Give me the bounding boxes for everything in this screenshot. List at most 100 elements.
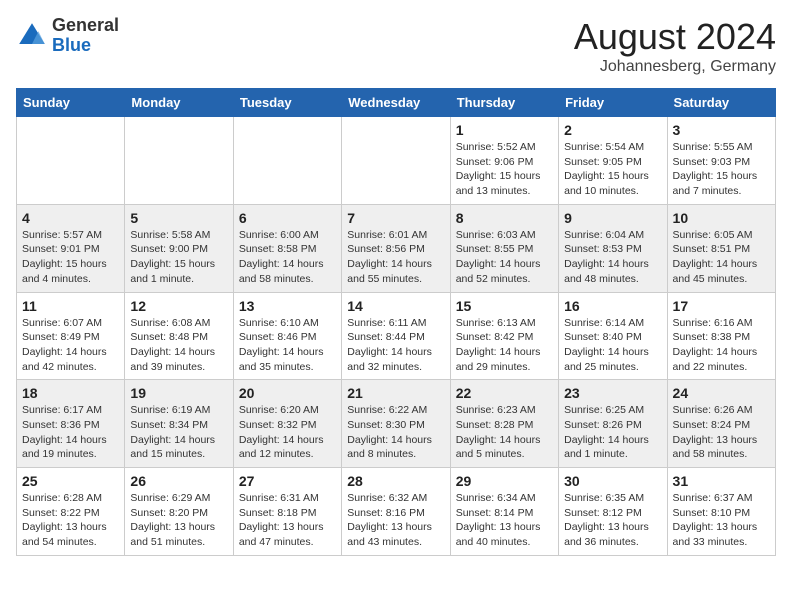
calendar-cell (233, 117, 341, 205)
date-number: 15 (456, 298, 553, 314)
date-number: 17 (673, 298, 770, 314)
calendar-cell: 12 Sunrise: 6:08 AM Sunset: 8:48 PM Dayli… (125, 292, 233, 380)
header-row: Sunday Monday Tuesday Wednesday Thursday… (17, 89, 776, 117)
cell-info: Sunrise: 5:52 AM Sunset: 9:06 PM Dayligh… (456, 140, 553, 199)
date-number: 12 (130, 298, 227, 314)
cell-info: Sunrise: 6:37 AM Sunset: 8:10 PM Dayligh… (673, 491, 770, 550)
cell-info: Sunrise: 6:31 AM Sunset: 8:18 PM Dayligh… (239, 491, 336, 550)
header-sunday: Sunday (17, 89, 125, 117)
calendar-cell: 14Sunrise: 6:11 AM Sunset: 8:44 PM Dayli… (342, 292, 450, 380)
title-block: August 2024 Johannesberg, Germany (574, 16, 776, 76)
cell-info: Sunrise: 6:28 AM Sunset: 8:22 PM Dayligh… (22, 491, 119, 550)
date-number: 24 (673, 385, 770, 401)
calendar-week-5: 25Sunrise: 6:28 AM Sunset: 8:22 PM Dayli… (17, 468, 776, 556)
header-wednesday: Wednesday (342, 89, 450, 117)
date-number: 7 (347, 210, 444, 226)
calendar-cell: 22 Sunrise: 6:23 AM Sunset: 8:28 PM Dayli… (450, 380, 558, 468)
date-number: 5 (130, 210, 227, 226)
date-number: 3 (673, 122, 770, 138)
calendar-cell: 5 Sunrise: 5:58 AM Sunset: 9:00 PM Daylig… (125, 204, 233, 292)
calendar-week-1: 1Sunrise: 5:52 AM Sunset: 9:06 PM Daylig… (17, 117, 776, 205)
calendar-cell: 6 Sunrise: 6:00 AM Sunset: 8:58 PM Daylig… (233, 204, 341, 292)
date-number: 22 (456, 385, 553, 401)
calendar-cell: 3 Sunrise: 5:55 AM Sunset: 9:03 PM Daylig… (667, 117, 775, 205)
cell-info: Sunrise: 6:00 AM Sunset: 8:58 PM Dayligh… (239, 228, 336, 287)
cell-info: Sunrise: 6:01 AM Sunset: 8:56 PM Dayligh… (347, 228, 444, 287)
logo-blue: Blue (52, 36, 119, 56)
cell-info: Sunrise: 6:29 AM Sunset: 8:20 PM Dayligh… (130, 491, 227, 550)
cell-info: Sunrise: 6:03 AM Sunset: 8:55 PM Dayligh… (456, 228, 553, 287)
calendar-cell: 28 Sunrise: 6:32 AM Sunset: 8:16 PM Dayli… (342, 468, 450, 556)
cell-info: Sunrise: 6:04 AM Sunset: 8:53 PM Dayligh… (564, 228, 661, 287)
date-number: 11 (22, 298, 119, 314)
calendar-cell: 18Sunrise: 6:17 AM Sunset: 8:36 PM Dayli… (17, 380, 125, 468)
date-number: 27 (239, 473, 336, 489)
cell-info: Sunrise: 5:57 AM Sunset: 9:01 PM Dayligh… (22, 228, 119, 287)
cell-info: Sunrise: 6:32 AM Sunset: 8:16 PM Dayligh… (347, 491, 444, 550)
calendar-table: Sunday Monday Tuesday Wednesday Thursday… (16, 88, 776, 556)
calendar-cell: 7 Sunrise: 6:01 AM Sunset: 8:56 PM Daylig… (342, 204, 450, 292)
calendar-cell: 25Sunrise: 6:28 AM Sunset: 8:22 PM Dayli… (17, 468, 125, 556)
page-header: General Blue August 2024 Johannesberg, G… (16, 16, 776, 76)
date-number: 21 (347, 385, 444, 401)
calendar-cell: 19 Sunrise: 6:19 AM Sunset: 8:34 PM Dayli… (125, 380, 233, 468)
calendar-cell: 27 Sunrise: 6:31 AM Sunset: 8:18 PM Dayli… (233, 468, 341, 556)
calendar-cell: 24 Sunrise: 6:26 AM Sunset: 8:24 PM Dayli… (667, 380, 775, 468)
calendar-cell: 26 Sunrise: 6:29 AM Sunset: 8:20 PM Dayli… (125, 468, 233, 556)
date-number: 29 (456, 473, 553, 489)
calendar-cell: 29 Sunrise: 6:34 AM Sunset: 8:14 PM Dayli… (450, 468, 558, 556)
logo-text: General Blue (52, 16, 119, 56)
calendar-cell (17, 117, 125, 205)
location-title: Johannesberg, Germany (574, 58, 776, 76)
cell-info: Sunrise: 6:23 AM Sunset: 8:28 PM Dayligh… (456, 403, 553, 462)
cell-info: Sunrise: 6:25 AM Sunset: 8:26 PM Dayligh… (564, 403, 661, 462)
date-number: 9 (564, 210, 661, 226)
date-number: 10 (673, 210, 770, 226)
cell-info: Sunrise: 5:55 AM Sunset: 9:03 PM Dayligh… (673, 140, 770, 199)
calendar-cell: 13Sunrise: 6:10 AM Sunset: 8:46 PM Dayli… (233, 292, 341, 380)
calendar-cell: 30 Sunrise: 6:35 AM Sunset: 8:12 PM Dayli… (559, 468, 667, 556)
cell-info: Sunrise: 6:34 AM Sunset: 8:14 PM Dayligh… (456, 491, 553, 550)
logo-general: General (52, 16, 119, 36)
calendar-cell: 1Sunrise: 5:52 AM Sunset: 9:06 PM Daylig… (450, 117, 558, 205)
calendar-cell: 15Sunrise: 6:13 AM Sunset: 8:42 PM Dayli… (450, 292, 558, 380)
cell-info: Sunrise: 6:22 AM Sunset: 8:30 PM Dayligh… (347, 403, 444, 462)
date-number: 30 (564, 473, 661, 489)
calendar-cell: 4 Sunrise: 5:57 AM Sunset: 9:01 PM Daylig… (17, 204, 125, 292)
cell-info: Sunrise: 6:19 AM Sunset: 8:34 PM Dayligh… (130, 403, 227, 462)
cell-info: Sunrise: 6:35 AM Sunset: 8:12 PM Dayligh… (564, 491, 661, 550)
date-number: 31 (673, 473, 770, 489)
date-number: 26 (130, 473, 227, 489)
date-number: 6 (239, 210, 336, 226)
cell-info: Sunrise: 5:58 AM Sunset: 9:00 PM Dayligh… (130, 228, 227, 287)
calendar-cell: 2 Sunrise: 5:54 AM Sunset: 9:05 PM Daylig… (559, 117, 667, 205)
cell-info: Sunrise: 6:07 AM Sunset: 8:49 PM Dayligh… (22, 316, 119, 375)
date-number: 20 (239, 385, 336, 401)
calendar-cell (342, 117, 450, 205)
cell-info: Sunrise: 6:08 AM Sunset: 8:48 PM Dayligh… (130, 316, 227, 375)
cell-info: Sunrise: 6:16 AM Sunset: 8:38 PM Dayligh… (673, 316, 770, 375)
month-year-title: August 2024 (574, 16, 776, 58)
calendar-cell: 20Sunrise: 6:20 AM Sunset: 8:32 PM Dayli… (233, 380, 341, 468)
date-number: 19 (130, 385, 227, 401)
date-number: 16 (564, 298, 661, 314)
calendar-cell (125, 117, 233, 205)
calendar-cell: 11 Sunrise: 6:07 AM Sunset: 8:49 PM Dayli… (17, 292, 125, 380)
header-tuesday: Tuesday (233, 89, 341, 117)
calendar-cell: 31 Sunrise: 6:37 AM Sunset: 8:10 PM Dayli… (667, 468, 775, 556)
calendar-week-2: 4 Sunrise: 5:57 AM Sunset: 9:01 PM Daylig… (17, 204, 776, 292)
date-number: 4 (22, 210, 119, 226)
calendar-week-4: 18Sunrise: 6:17 AM Sunset: 8:36 PM Dayli… (17, 380, 776, 468)
date-number: 2 (564, 122, 661, 138)
header-friday: Friday (559, 89, 667, 117)
date-number: 18 (22, 385, 119, 401)
calendar-cell: 10Sunrise: 6:05 AM Sunset: 8:51 PM Dayli… (667, 204, 775, 292)
calendar-body: 1Sunrise: 5:52 AM Sunset: 9:06 PM Daylig… (17, 117, 776, 556)
calendar-cell: 17 Sunrise: 6:16 AM Sunset: 8:38 PM Dayli… (667, 292, 775, 380)
date-number: 28 (347, 473, 444, 489)
calendar-week-3: 11 Sunrise: 6:07 AM Sunset: 8:49 PM Dayli… (17, 292, 776, 380)
date-number: 8 (456, 210, 553, 226)
date-number: 13 (239, 298, 336, 314)
cell-info: Sunrise: 5:54 AM Sunset: 9:05 PM Dayligh… (564, 140, 661, 199)
cell-info: Sunrise: 6:26 AM Sunset: 8:24 PM Dayligh… (673, 403, 770, 462)
